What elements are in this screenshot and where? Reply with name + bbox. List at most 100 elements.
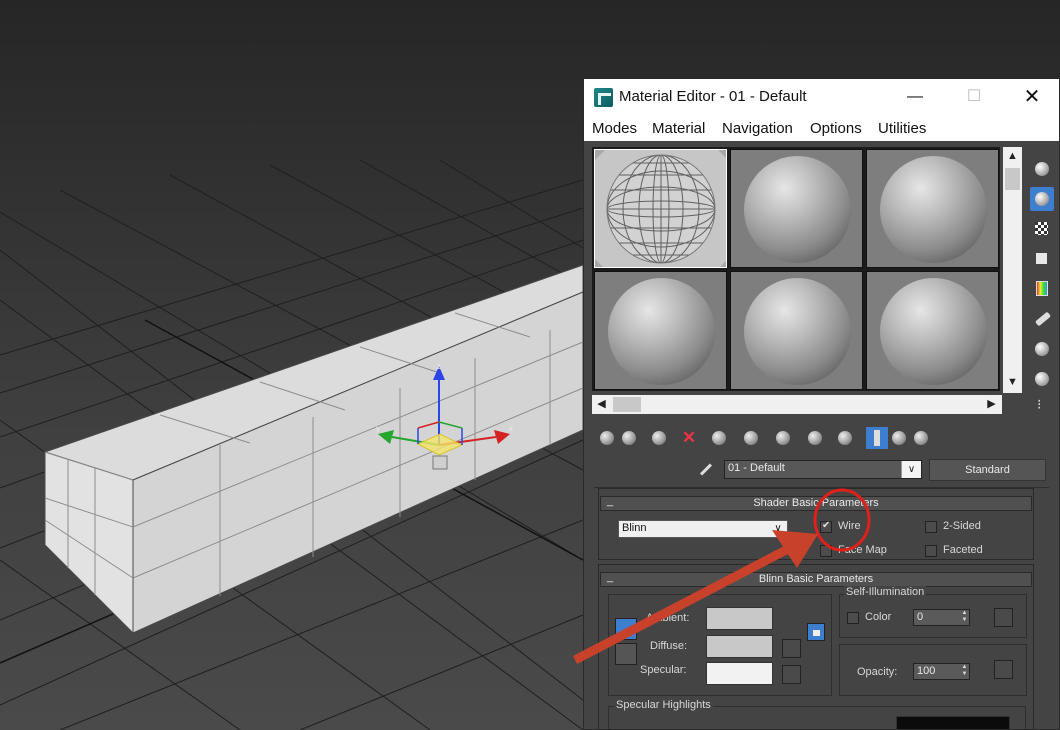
id-channel-icon: [776, 431, 790, 445]
get-material-icon: [600, 431, 614, 445]
rollout-toggle[interactable]: _: [607, 495, 613, 508]
material-editor-window: Material Editor - 01 - Default — ☐ ✕ Mod…: [583, 78, 1060, 730]
reset-map-button[interactable]: ✕: [678, 427, 700, 449]
scroll-thumb[interactable]: [1005, 168, 1020, 190]
end-result-icon: [838, 431, 852, 445]
material-map-navigator-button[interactable]: [910, 427, 932, 449]
backlight-button[interactable]: [1030, 187, 1054, 211]
get-material-button[interactable]: [596, 427, 618, 449]
title-bar[interactable]: Material Editor - 01 - Default — ☐ ✕: [584, 79, 1059, 115]
diffuse-label: Diffuse:: [650, 640, 688, 652]
show-map-in-viewport-button[interactable]: [804, 427, 826, 449]
show-end-result-button[interactable]: [834, 427, 856, 449]
chevron-down-icon[interactable]: ∨: [901, 461, 921, 478]
sample-slot-4[interactable]: [594, 271, 727, 390]
sample-slot-6[interactable]: [866, 271, 999, 390]
video-color-check-button[interactable]: [1030, 277, 1054, 301]
make-unique-button[interactable]: [708, 427, 730, 449]
slots-horizontal-scrollbar[interactable]: ◀ ▶: [592, 395, 1002, 414]
shader-type-value: Blinn: [622, 522, 647, 534]
faceted-checkbox[interactable]: [925, 545, 937, 557]
make-preview-button[interactable]: [1030, 307, 1054, 331]
sample-type-button[interactable]: [1030, 157, 1054, 181]
sample-slot-3[interactable]: [866, 149, 999, 268]
spinner-arrows-icon[interactable]: ▲ ▼: [960, 664, 969, 679]
specular-color-swatch[interactable]: [706, 662, 773, 685]
sphere-icon: [1035, 162, 1049, 176]
uv-tiling-button[interactable]: [1030, 247, 1054, 271]
sphere-icon: [880, 278, 987, 385]
self-illumination-title: Self-Illumination: [844, 586, 927, 598]
scroll-left-icon[interactable]: ◀: [592, 395, 611, 414]
sample-slot-2[interactable]: [730, 149, 863, 268]
scroll-thumb[interactable]: [613, 397, 641, 412]
select-by-material-button[interactable]: [1030, 367, 1054, 391]
shader-basic-header[interactable]: _ Shader Basic Parameters: [600, 495, 1032, 511]
material-type-button[interactable]: Standard: [929, 459, 1046, 481]
blinn-basic-title: Blinn Basic Parameters: [758, 573, 874, 585]
rollout-toggle[interactable]: _: [607, 571, 613, 584]
window-title: Material Editor - 01 - Default: [619, 88, 807, 105]
show-map-icon: [808, 431, 822, 445]
specular-map-button[interactable]: [782, 665, 801, 684]
put-to-library-button[interactable]: [740, 427, 762, 449]
self-illum-color-checkbox[interactable]: [847, 612, 859, 624]
menu-modes[interactable]: Modes: [592, 120, 637, 137]
eyedropper-icon[interactable]: [697, 461, 713, 477]
lock-diffuse-specular-button[interactable]: [615, 643, 637, 665]
slots-vertical-scrollbar[interactable]: ▲ ▼: [1003, 147, 1022, 393]
face-map-checkbox[interactable]: [820, 545, 832, 557]
maximize-button[interactable]: ☐: [959, 85, 989, 109]
navigator-icon: ⁝: [1037, 396, 1042, 412]
axis-y-label: y: [376, 424, 380, 433]
wire-label: Wire: [838, 520, 861, 532]
two-sided-label: 2-Sided: [943, 520, 981, 532]
menu-navigation[interactable]: Navigation: [722, 120, 793, 137]
self-illum-value: 0: [917, 611, 924, 623]
material-navigator-button[interactable]: ⁝: [1030, 393, 1054, 417]
opacity-label: Opacity:: [857, 666, 898, 678]
close-button[interactable]: ✕: [1017, 85, 1047, 109]
specular-label: Specular:: [640, 664, 687, 676]
sphere-icon: [744, 278, 851, 385]
blinn-basic-header[interactable]: _ Blinn Basic Parameters: [600, 571, 1032, 587]
self-illum-map-button[interactable]: [994, 608, 1013, 627]
scroll-up-icon[interactable]: ▲: [1003, 147, 1022, 166]
opacity-map-button[interactable]: [994, 660, 1013, 679]
lock-icon[interactable]: [807, 623, 825, 641]
options-button[interactable]: [1030, 337, 1054, 361]
ambient-color-swatch[interactable]: [706, 607, 773, 630]
sample-slot-1[interactable]: [594, 149, 727, 268]
menu-options[interactable]: Options: [810, 120, 862, 137]
material-toolbar: ✕: [592, 427, 952, 451]
sample-slot-5[interactable]: [730, 271, 863, 390]
go-forward-sibling-button[interactable]: [888, 427, 910, 449]
assign-to-selection-button[interactable]: [648, 427, 670, 449]
lock-ambient-diffuse-button[interactable]: [615, 618, 637, 640]
tiling-icon: [1036, 253, 1047, 264]
scroll-right-icon[interactable]: ▶: [982, 395, 1001, 414]
two-sided-checkbox[interactable]: [925, 521, 937, 533]
self-illum-spinner[interactable]: 0 ▲ ▼: [913, 609, 970, 626]
opacity-spinner[interactable]: 100 ▲ ▼: [913, 663, 970, 680]
scroll-down-icon[interactable]: ▼: [1003, 373, 1022, 392]
color-bars-icon: [1036, 281, 1048, 296]
spinner-arrows-icon[interactable]: ▲ ▼: [960, 610, 969, 625]
shader-basic-title: Shader Basic Parameters: [753, 497, 879, 509]
navigator-icon: [914, 431, 928, 445]
parameter-rollouts: _ Shader Basic Parameters Blinn ∨ Wire 2…: [594, 487, 1049, 729]
put-to-scene-button[interactable]: [618, 427, 640, 449]
material-id-channel-button[interactable]: [772, 427, 794, 449]
menu-bar: Modes Material Navigation Options Utilit…: [584, 115, 1059, 141]
minimize-button[interactable]: —: [900, 85, 930, 109]
go-to-parent-button[interactable]: [866, 427, 888, 449]
wire-checkbox[interactable]: [820, 520, 832, 533]
diffuse-color-swatch[interactable]: [706, 635, 773, 658]
menu-material[interactable]: Material: [652, 120, 705, 137]
menu-utilities[interactable]: Utilities: [878, 120, 926, 137]
diffuse-map-button[interactable]: [782, 639, 801, 658]
material-name-field[interactable]: 01 - Default ∨: [724, 460, 922, 479]
shader-type-dropdown[interactable]: Blinn ∨: [618, 520, 788, 538]
background-button[interactable]: [1030, 217, 1054, 241]
backlight-icon: [1035, 192, 1049, 206]
